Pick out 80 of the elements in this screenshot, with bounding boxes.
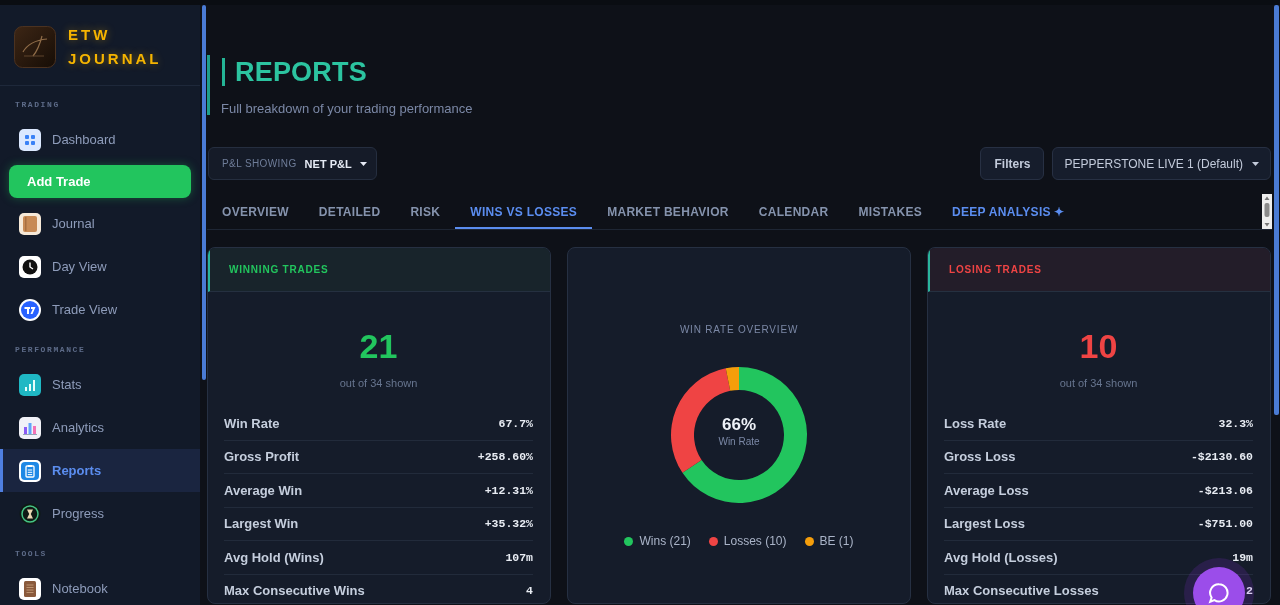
trade-count: 10: [1078, 326, 1119, 366]
circle-logo-icon: [19, 298, 41, 321]
stat-label: Average Loss: [944, 482, 1029, 498]
notebook-icon: [19, 577, 41, 600]
chart-title: WIN RATE OVERVIEW: [679, 324, 799, 336]
card-title: WINNING TRADES: [229, 264, 329, 275]
stat-value: -$213.06: [1197, 483, 1253, 497]
bar-chart-icon: [19, 373, 41, 396]
stat-label: Largest Loss: [944, 516, 1025, 532]
tab[interactable]: WINS VS LOSSES: [455, 194, 593, 229]
stat-label: Largest Win: [224, 516, 299, 532]
tab[interactable]: OVERVIEW: [207, 194, 304, 229]
accent-bar: [207, 55, 210, 115]
scrollbar-thumb[interactable]: [202, 5, 206, 380]
stat-label: Avg Hold (Losses): [944, 549, 1058, 565]
stat-label: Win Rate: [224, 415, 280, 431]
tab[interactable]: MARKET BEHAVIOR: [592, 194, 744, 229]
scrollbar-thumb[interactable]: [1274, 5, 1279, 415]
trade-count: 21: [358, 326, 399, 366]
stat-value: +258.60%: [477, 450, 533, 464]
caret-icon: [359, 161, 367, 166]
stat-label: Average Win: [224, 482, 303, 498]
stat-value: -$751.00: [1197, 517, 1253, 531]
stat-value: +12.31%: [484, 483, 533, 497]
stat-label: Max Consecutive Losses: [944, 583, 1099, 599]
legend-label: Wins (21): [639, 534, 691, 548]
nav-item[interactable]: Analytics: [0, 406, 200, 449]
stat-value: 67.7%: [498, 416, 533, 430]
account-select[interactable]: PEPPERSTONE LIVE 1 (Default): [1052, 147, 1271, 180]
section-label: PERFORMANCE: [14, 344, 87, 356]
nav-item[interactable]: Notebook: [0, 567, 200, 605]
hourglass-icon: [19, 502, 41, 525]
chat-bubble-icon: [1208, 582, 1230, 604]
section-label: TOOLS: [14, 548, 48, 560]
stat-value: +35.32%: [484, 517, 533, 531]
clipboard-icon: [19, 459, 41, 482]
center-value: 66%: [722, 415, 756, 435]
stat-value: -$2130.60: [1190, 450, 1253, 464]
stat-label: Gross Profit: [224, 449, 300, 465]
stat-label: Max Consecutive Wins: [224, 583, 365, 599]
nav-item[interactable]: Stats: [0, 363, 200, 406]
nav-item[interactable]: Journal: [0, 202, 200, 245]
tab[interactable]: MISTAKES: [843, 194, 937, 229]
tab[interactable]: RISK: [395, 194, 456, 229]
book-icon: [19, 212, 41, 235]
stat-value: 107m: [505, 550, 533, 564]
caret-icon: [1252, 161, 1259, 166]
nav-item[interactable]: Trade View: [0, 288, 200, 331]
pnl-select[interactable]: P&L SHOWING NET P&L: [208, 147, 377, 180]
page-title: REPORTS: [235, 58, 367, 86]
center-label: Win Rate: [718, 436, 760, 448]
grid-icon: [19, 128, 41, 151]
nav-item[interactable]: Day View: [0, 245, 200, 288]
nav-item[interactable]: Reports: [0, 449, 200, 492]
legend-label: BE (1): [819, 534, 854, 548]
stat-value: 32.3%: [1218, 416, 1253, 430]
stat-value: 4: [526, 584, 533, 598]
count-caption: out of 34 shown: [1058, 376, 1139, 391]
stat-value: 2: [1246, 584, 1253, 598]
nav-item[interactable]: Dashboard: [0, 118, 200, 161]
clock-icon: [19, 255, 41, 278]
section-label: TRADING: [14, 99, 61, 111]
nav-item[interactable]: Progress: [0, 492, 200, 535]
logo-icon: [14, 26, 56, 68]
mini-scrollbar[interactable]: [1262, 194, 1272, 229]
tab[interactable]: CALENDAR: [743, 194, 844, 229]
card-title: LOSING TRADES: [949, 264, 1042, 275]
stat-label: Gross Loss: [944, 449, 1016, 465]
stat-value: 19m: [1232, 550, 1253, 564]
stat-label: Avg Hold (Wins): [224, 549, 324, 565]
stat-label: Loss Rate: [944, 415, 1007, 431]
legend-label: Losses (10): [723, 534, 787, 548]
title-accent-bar: [222, 58, 225, 86]
tab[interactable]: DEEP ANALYSIS ✦: [937, 194, 1080, 229]
page-subtitle: Full breakdown of your trading performance: [221, 102, 473, 116]
filters-button[interactable]: Filters: [980, 147, 1045, 180]
column-chart-icon: [19, 416, 41, 439]
brand-name: ETW JOURNAL: [68, 25, 162, 69]
count-caption: out of 34 shown: [338, 376, 419, 391]
tab[interactable]: DETAILED: [303, 194, 396, 229]
